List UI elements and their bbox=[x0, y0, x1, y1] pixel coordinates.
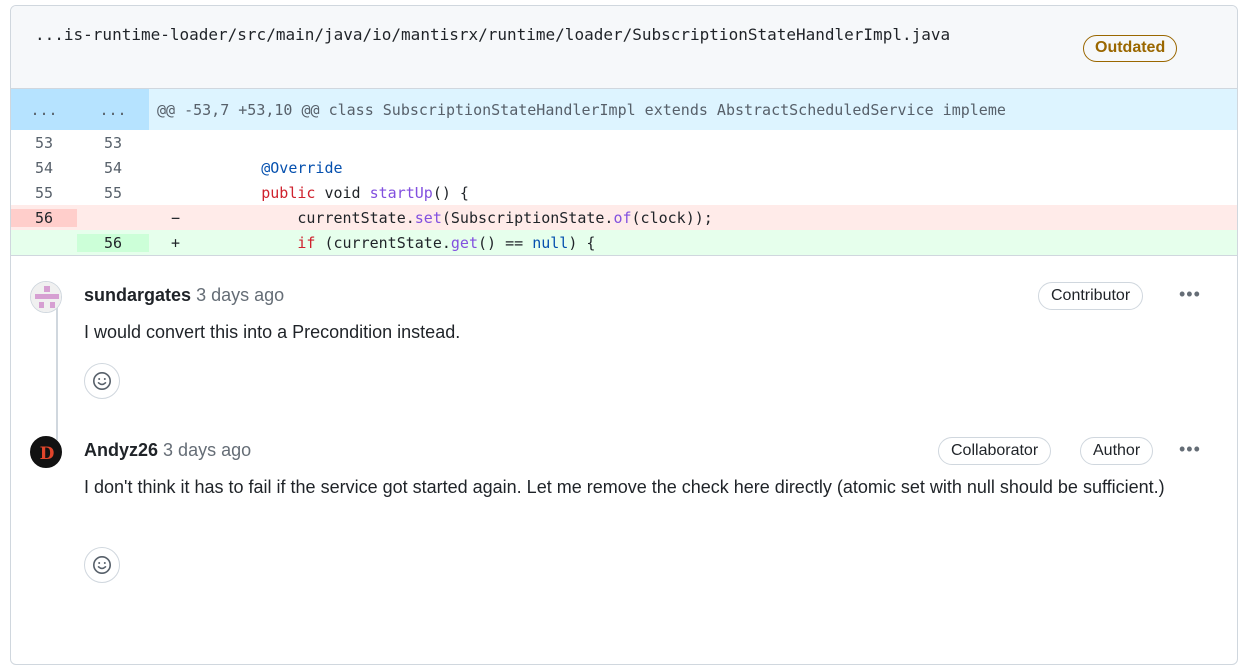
hunk-header: @@ -53,7 +53,10 @@ class SubscriptionSta… bbox=[157, 100, 1006, 119]
identicon-avatar[interactable] bbox=[30, 281, 62, 313]
code-line: public void startUp() { bbox=[261, 183, 469, 202]
new-line-number[interactable]: 55 bbox=[77, 184, 149, 202]
comment-thread: sundargates 3 days ago Contributor ••• I… bbox=[11, 255, 1237, 655]
old-line-number[interactable]: 55 bbox=[11, 184, 77, 202]
code-line-text: @Override bbox=[261, 158, 343, 177]
d-logo-avatar[interactable]: D bbox=[30, 436, 62, 468]
new-line-number[interactable]: 54 bbox=[77, 159, 149, 177]
author-badge: Author bbox=[1080, 437, 1154, 465]
diff-line: 55 55 public void startUp() { bbox=[11, 180, 1237, 205]
code-line: @Override bbox=[189, 159, 1237, 177]
more-options-icon[interactable]: ••• bbox=[1179, 439, 1201, 460]
collaborator-badge: Collaborator bbox=[938, 437, 1052, 465]
contributor-badge: Contributor bbox=[1038, 282, 1144, 310]
file-path[interactable]: ...is-runtime-loader/src/main/java/io/ma… bbox=[35, 23, 1075, 47]
author-link[interactable]: sundargates bbox=[84, 285, 191, 305]
add-reaction-button[interactable] bbox=[84, 547, 120, 583]
added-line: 56 + if (currentState.get() == null) { bbox=[11, 230, 1237, 255]
smiley-icon bbox=[93, 556, 111, 574]
diff-view: ... ... @@ -53,7 +53,10 @@ class Subscri… bbox=[11, 89, 1237, 255]
svg-text:D: D bbox=[40, 444, 55, 464]
old-line-number[interactable]: 56 bbox=[11, 208, 77, 227]
comment-timestamp[interactable]: 3 days ago bbox=[196, 285, 284, 305]
author-link[interactable]: Andyz26 bbox=[84, 440, 158, 460]
hunk-expand-old[interactable]: ... bbox=[11, 89, 77, 130]
new-line-number[interactable]: 56 bbox=[77, 233, 149, 252]
file-header: ...is-runtime-loader/src/main/java/io/ma… bbox=[11, 6, 1237, 89]
deleted-line: 56 − currentState.set(SubscriptionState.… bbox=[11, 205, 1237, 230]
hunk-row: ... ... @@ -53,7 +53,10 @@ class Subscri… bbox=[11, 89, 1237, 130]
old-line-number[interactable]: 54 bbox=[11, 159, 77, 177]
comment-header: sundargates 3 days ago bbox=[84, 283, 284, 307]
diff-marker: + bbox=[171, 233, 181, 252]
more-options-icon[interactable]: ••• bbox=[1179, 284, 1201, 305]
comment-header: Andyz26 3 days ago bbox=[84, 438, 251, 462]
diff-line: 54 54 @Override bbox=[11, 155, 1237, 180]
code-line: if (currentState.get() == null) { bbox=[297, 233, 596, 252]
diff-marker: − bbox=[171, 208, 181, 227]
review-thread-card: ...is-runtime-loader/src/main/java/io/ma… bbox=[10, 5, 1238, 665]
thread-connector bbox=[56, 290, 58, 440]
comment-body: I don't think it has to fail if the serv… bbox=[84, 477, 1165, 497]
old-line-number[interactable]: 53 bbox=[11, 134, 77, 152]
smiley-icon bbox=[93, 372, 111, 390]
new-line-number[interactable]: 53 bbox=[77, 134, 149, 152]
comment-timestamp[interactable]: 3 days ago bbox=[163, 440, 251, 460]
diff-line: 53 53 bbox=[11, 130, 1237, 155]
outdated-badge: Outdated bbox=[1083, 35, 1178, 62]
code-line: currentState.set(SubscriptionState.of(cl… bbox=[189, 208, 713, 227]
comment-body: I would convert this into a Precondition… bbox=[84, 322, 461, 342]
add-reaction-button[interactable] bbox=[84, 363, 120, 399]
hunk-expand-new[interactable]: ... bbox=[77, 89, 149, 130]
